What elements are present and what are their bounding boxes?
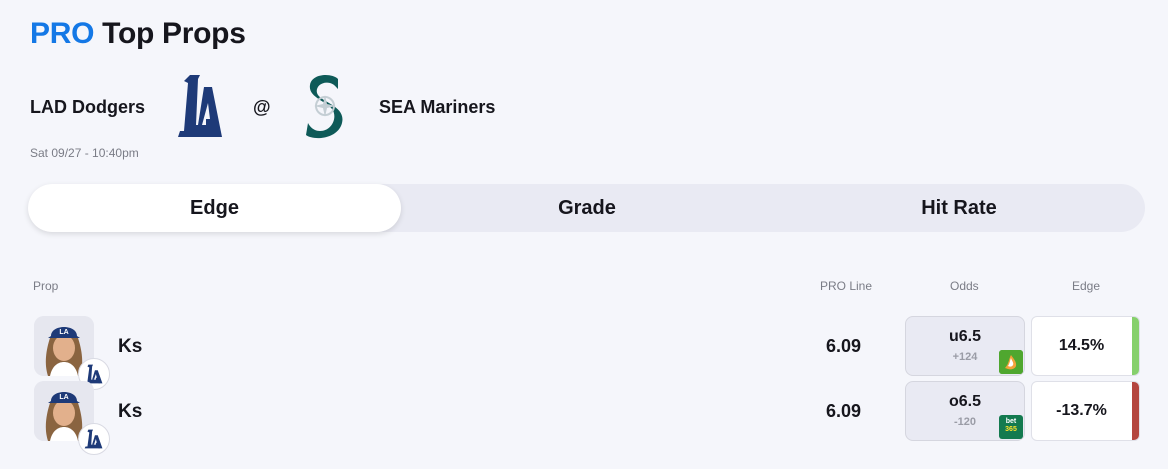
home-team-name: SEA Mariners — [379, 97, 496, 117]
odds-line: u6.5 — [948, 328, 981, 345]
draftkings-icon — [999, 350, 1023, 374]
pro-line-value: 6.09 — [826, 401, 862, 421]
svg-text:LA: LA — [59, 329, 68, 336]
pro-label: PRO — [30, 17, 95, 50]
svg-text:LA: LA — [59, 394, 68, 401]
title-label: Top Props — [102, 17, 246, 50]
tab-edge[interactable]: Edge — [28, 184, 401, 232]
odds-line: o6.5 — [948, 393, 981, 410]
column-header-pro-line: PRO Line — [820, 279, 873, 293]
odds-button[interactable]: u6.5 +124 — [905, 316, 1025, 376]
prop-row[interactable]: LA Ks 6.09 u6.5 +124 14.5% — [0, 316, 1168, 390]
dodgers-la-logo-icon — [178, 75, 222, 137]
bet365-icon: bet 365 — [999, 415, 1023, 439]
edge-cell: 14.5% — [1031, 316, 1140, 376]
pro-line-value: 6.09 — [826, 336, 862, 356]
prop-row[interactable]: LA Ks 6.09 o6.5 -120 bet 365 -13.7% — [0, 381, 1168, 455]
game-datetime: Sat 09/27 - 10:40pm — [30, 146, 139, 160]
mariners-s-logo-icon — [306, 75, 343, 139]
page-title: PRO Top Props — [30, 17, 246, 51]
prop-type: Ks — [118, 336, 143, 357]
edge-indicator-bar — [1132, 382, 1139, 440]
tab-hit-rate[interactable]: Hit Rate — [773, 184, 1145, 232]
edge-value: -13.7% — [1056, 402, 1107, 419]
column-header-edge: Edge — [1072, 279, 1101, 293]
away-team-name: LAD Dodgers — [30, 97, 146, 117]
tab-grade[interactable]: Grade — [401, 184, 773, 232]
edge-cell: -13.7% — [1031, 381, 1140, 441]
column-header-odds: Odds — [950, 279, 979, 293]
team-logo-icon — [78, 423, 110, 455]
sort-tabs: Edge Grade Hit Rate — [28, 184, 1145, 232]
edge-value: 14.5% — [1058, 337, 1105, 354]
odds-button[interactable]: o6.5 -120 bet 365 — [905, 381, 1025, 441]
edge-indicator-bar — [1132, 317, 1139, 375]
prop-type: Ks — [118, 401, 143, 422]
column-header-prop: Prop — [33, 279, 59, 293]
at-symbol: @ — [253, 97, 271, 117]
